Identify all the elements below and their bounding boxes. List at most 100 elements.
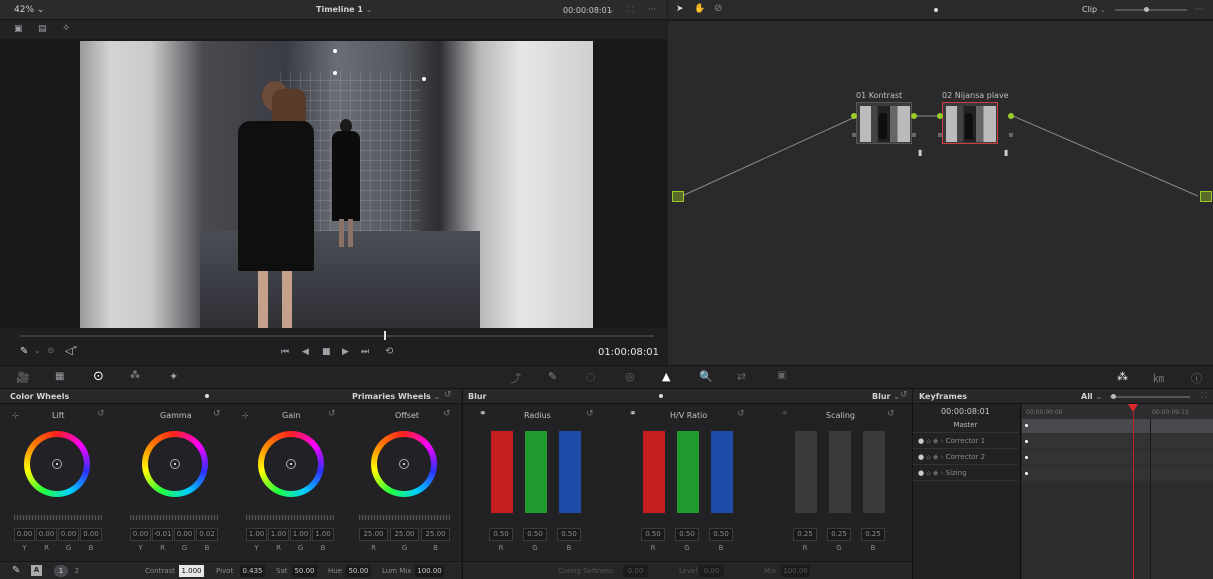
lift-wheel[interactable] [24, 431, 90, 497]
reset-icon[interactable]: ↺ [328, 409, 336, 419]
node-key-input[interactable] [938, 133, 942, 137]
qualifier-icon[interactable]: ✎ [548, 370, 557, 383]
gain-wheel[interactable] [258, 431, 324, 497]
radius-b-field[interactable]: 0.50 [557, 528, 581, 541]
magic-wand-icon[interactable]: ✧ [62, 23, 70, 34]
blur-mode-dropdown[interactable]: Blur ⌄ [872, 392, 900, 401]
expand-icon[interactable]: ⛶ [1201, 391, 1207, 401]
picker-icon[interactable]: ⊹ [12, 411, 19, 420]
lift-b-field[interactable]: 0.00 [80, 528, 102, 541]
gamma-b-field[interactable]: 0.02 [196, 528, 218, 541]
radius-b-slider[interactable] [559, 431, 581, 513]
hv-r-field[interactable]: 0.50 [641, 528, 665, 541]
loop-icon[interactable]: ⊜ [47, 346, 55, 356]
gamma-wheel-handle[interactable] [170, 459, 180, 469]
auto-balance-icon[interactable]: ✎ [12, 565, 20, 576]
blur-icon[interactable]: ▲ [662, 370, 670, 383]
lift-y-field[interactable]: 0.00 [14, 528, 35, 541]
link-icon[interactable]: ⚭ [479, 409, 487, 419]
color-wheels-icon[interactable]: ⊙ [93, 369, 104, 384]
keyframe-dot[interactable] [1025, 424, 1028, 427]
playhead-marker[interactable] [1128, 404, 1138, 412]
mix-field[interactable]: 100.00 [781, 565, 810, 577]
node-output-dot[interactable] [1008, 113, 1014, 119]
gain-g-field[interactable]: 1.00 [290, 528, 311, 541]
hue-field[interactable]: 50.00 [346, 565, 371, 577]
radius-g-slider[interactable] [525, 431, 547, 513]
link-icon[interactable]: ⚭ [781, 409, 789, 419]
bypass-icon[interactable]: ⊘ [714, 3, 722, 14]
source-input[interactable] [672, 191, 684, 202]
play-icon[interactable]: ▶ [342, 347, 349, 357]
scaling-b-slider[interactable] [863, 431, 885, 513]
keyframe-zoom-slider[interactable] [1110, 396, 1190, 398]
gain-b-field[interactable]: 1.00 [312, 528, 334, 541]
offset-b-field[interactable]: 25.00 [421, 528, 450, 541]
scaling-b-field[interactable]: 0.25 [861, 528, 885, 541]
node-input-dot[interactable] [851, 113, 857, 119]
node-zoom-slider[interactable] [1115, 9, 1187, 11]
color-match-icon[interactable]: ▦ [55, 371, 64, 382]
reset-icon[interactable]: ↺ [443, 409, 451, 419]
reset-icon[interactable]: ↺ [900, 390, 908, 400]
gain-r-field[interactable]: 1.00 [268, 528, 289, 541]
offset-wheel-handle[interactable] [399, 459, 409, 469]
key-icon[interactable]: 🔍 [699, 370, 713, 383]
hand-icon[interactable]: ✋ [694, 4, 705, 14]
lift-wheel-handle[interactable] [52, 459, 62, 469]
gamma-y-field[interactable]: 0.00 [130, 528, 151, 541]
page-1-button[interactable]: 1 [54, 565, 68, 577]
lift-master-slider[interactable] [14, 515, 102, 520]
video-frame[interactable] [80, 41, 593, 328]
reset-icon[interactable]: ↺ [586, 409, 594, 419]
link-icon[interactable]: ⚭ [629, 409, 637, 419]
node-key-output[interactable] [1009, 133, 1013, 137]
offset-g-field[interactable]: 25.00 [390, 528, 419, 541]
auto-icon[interactable]: A [31, 565, 42, 576]
lightbox-icon[interactable]: ⁂ [1117, 370, 1128, 383]
layout-single-icon[interactable]: ▣ [14, 24, 23, 34]
track-corrector-1[interactable]: ● ⌂ ◆ › Corrector 1 [913, 434, 1018, 449]
gain-y-field[interactable]: 1.00 [246, 528, 267, 541]
gain-master-slider[interactable] [246, 515, 334, 520]
hv-b-slider[interactable] [711, 431, 733, 513]
hv-g-field[interactable]: 0.50 [675, 528, 699, 541]
keyframe-timeline[interactable]: 00:00:00:00 00:00:09:13 [1022, 404, 1213, 579]
more-options-icon[interactable]: ··· [648, 5, 656, 14]
keyframe-dot[interactable] [1025, 456, 1028, 459]
coring-softness-field[interactable]: 0.00 [623, 565, 648, 577]
step-back-icon[interactable]: ◀ [302, 347, 309, 357]
scaling-r-slider[interactable] [795, 431, 817, 513]
scrubber-playhead[interactable] [384, 331, 386, 340]
stop-icon[interactable]: ■ [322, 347, 331, 357]
rgb-mixer-icon[interactable]: ⁂ [130, 370, 140, 381]
more-options-icon[interactable]: ··· [1195, 5, 1203, 14]
timeline-title[interactable]: Timeline 1 ⌄ [316, 5, 372, 14]
sat-field[interactable]: 50.00 [292, 565, 317, 577]
chevron-down-icon[interactable]: ⌄ [34, 346, 41, 355]
3d-icon[interactable]: ▣ [777, 370, 786, 381]
tracker-icon[interactable]: ◎ [625, 370, 635, 383]
camera-raw-icon[interactable]: 🎥 [16, 371, 30, 384]
reset-icon[interactable]: ↺ [97, 409, 105, 419]
node-mode-dropdown[interactable]: Clip ⌄ [1082, 5, 1106, 14]
gamma-master-slider[interactable] [130, 515, 218, 520]
track-corrector-2[interactable]: ● ⌂ ◆ › Corrector 2 [913, 450, 1018, 465]
node-output-dot[interactable] [911, 113, 917, 119]
track-sizing[interactable]: ● ⌂ ◆ › Sizing [913, 466, 1018, 481]
scaling-r-field[interactable]: 0.25 [793, 528, 817, 541]
reset-icon[interactable]: ↺ [444, 390, 452, 400]
hv-g-slider[interactable] [677, 431, 699, 513]
keyframe-dot[interactable] [1025, 440, 1028, 443]
node-kontrast[interactable] [856, 102, 912, 144]
info-icon[interactable]: ⓘ [1191, 370, 1202, 386]
keyframe-filter-dropdown[interactable]: All ⌄ [1081, 392, 1102, 401]
scrubber-bar[interactable] [20, 335, 654, 337]
scopes-icon[interactable]: ㎞ [1153, 370, 1164, 386]
chevron-down-icon[interactable]: ⌄ [608, 5, 615, 14]
speaker-icon[interactable]: ◁ʺ [65, 346, 77, 357]
reset-icon[interactable]: ↺ [737, 409, 745, 419]
hv-r-slider[interactable] [643, 431, 665, 513]
node-key-output[interactable] [912, 133, 916, 137]
keyframe-zoom-handle[interactable] [1111, 394, 1116, 399]
